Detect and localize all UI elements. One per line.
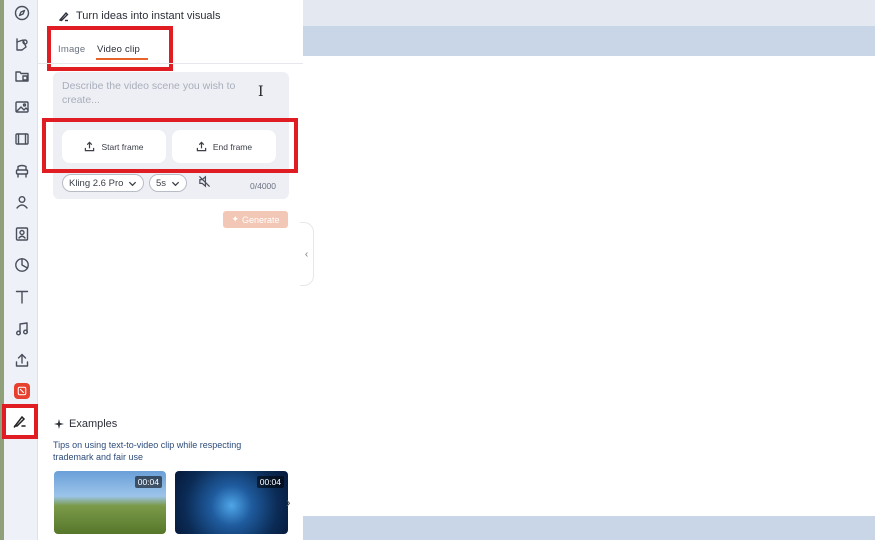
canvas-top-bar [303, 26, 875, 56]
film-icon[interactable] [13, 130, 31, 148]
panel-title: Turn ideas into instant visuals [76, 10, 221, 22]
chart-icon[interactable] [13, 256, 31, 274]
generate-label: Generate [242, 214, 280, 225]
duration-select[interactable]: 5s [149, 174, 188, 192]
canvas-bottom-bar [303, 516, 875, 540]
sparkle-icon [54, 419, 64, 429]
user-badge-icon[interactable] [13, 225, 31, 243]
ai-panel: Turn ideas into instant visuals Image Vi… [38, 0, 303, 540]
examples-tip[interactable]: Tips on using text-to-video clip while r… [53, 440, 283, 463]
music-icon[interactable] [13, 320, 31, 338]
chevron-down-icon [171, 181, 180, 186]
frames-highlight [42, 118, 298, 173]
tool-rail [0, 0, 38, 540]
duration-select-value: 5s [156, 177, 167, 189]
collapse-panel-button[interactable]: ‹ [300, 222, 314, 286]
rail-item-ai-tools[interactable] [2, 404, 38, 439]
char-counter: 0/4000 [250, 181, 276, 191]
compass-icon[interactable] [13, 4, 31, 22]
shapes-icon[interactable] [13, 36, 31, 54]
examples-title-text: Examples [69, 418, 118, 430]
rail-edge [0, 0, 4, 540]
image-icon[interactable] [13, 98, 31, 116]
sparkle-icon: ✦ [231, 214, 239, 224]
thumbnail-duration: 00:04 [134, 476, 162, 488]
text-icon[interactable] [13, 288, 31, 306]
chevron-right-icon[interactable]: › [286, 494, 291, 510]
person-icon[interactable] [13, 193, 31, 211]
panel-header: Turn ideas into instant visuals [58, 10, 221, 22]
example-thumbnail[interactable]: 00:04 [175, 471, 288, 534]
prompt-placeholder: Describe the video scene you wish to cre… [62, 80, 236, 106]
tabs-divider [38, 63, 303, 64]
example-thumbnail[interactable]: 00:04 [54, 471, 166, 534]
magic-pen-icon [58, 11, 69, 22]
thumbnail-duration: 00:04 [256, 476, 284, 488]
folder-icon[interactable] [13, 67, 31, 85]
chair-icon[interactable] [13, 162, 31, 180]
chevron-left-icon: ‹ [304, 248, 309, 260]
text-cursor-icon: I [258, 84, 264, 100]
generate-button[interactable]: ✦ Generate [223, 211, 288, 228]
model-select[interactable]: Kling 2.6 Pro [62, 174, 145, 192]
chevron-down-icon [129, 181, 137, 186]
audio-off-icon[interactable] [198, 175, 212, 189]
canvas[interactable] [303, 56, 875, 516]
examples-title: Examples [54, 418, 117, 430]
model-select-value: Kling 2.6 Pro [69, 177, 124, 189]
tabs-highlight [47, 26, 173, 71]
app-icon[interactable] [14, 383, 30, 399]
magic-pen-icon [13, 415, 26, 428]
upload-icon[interactable] [13, 351, 31, 369]
